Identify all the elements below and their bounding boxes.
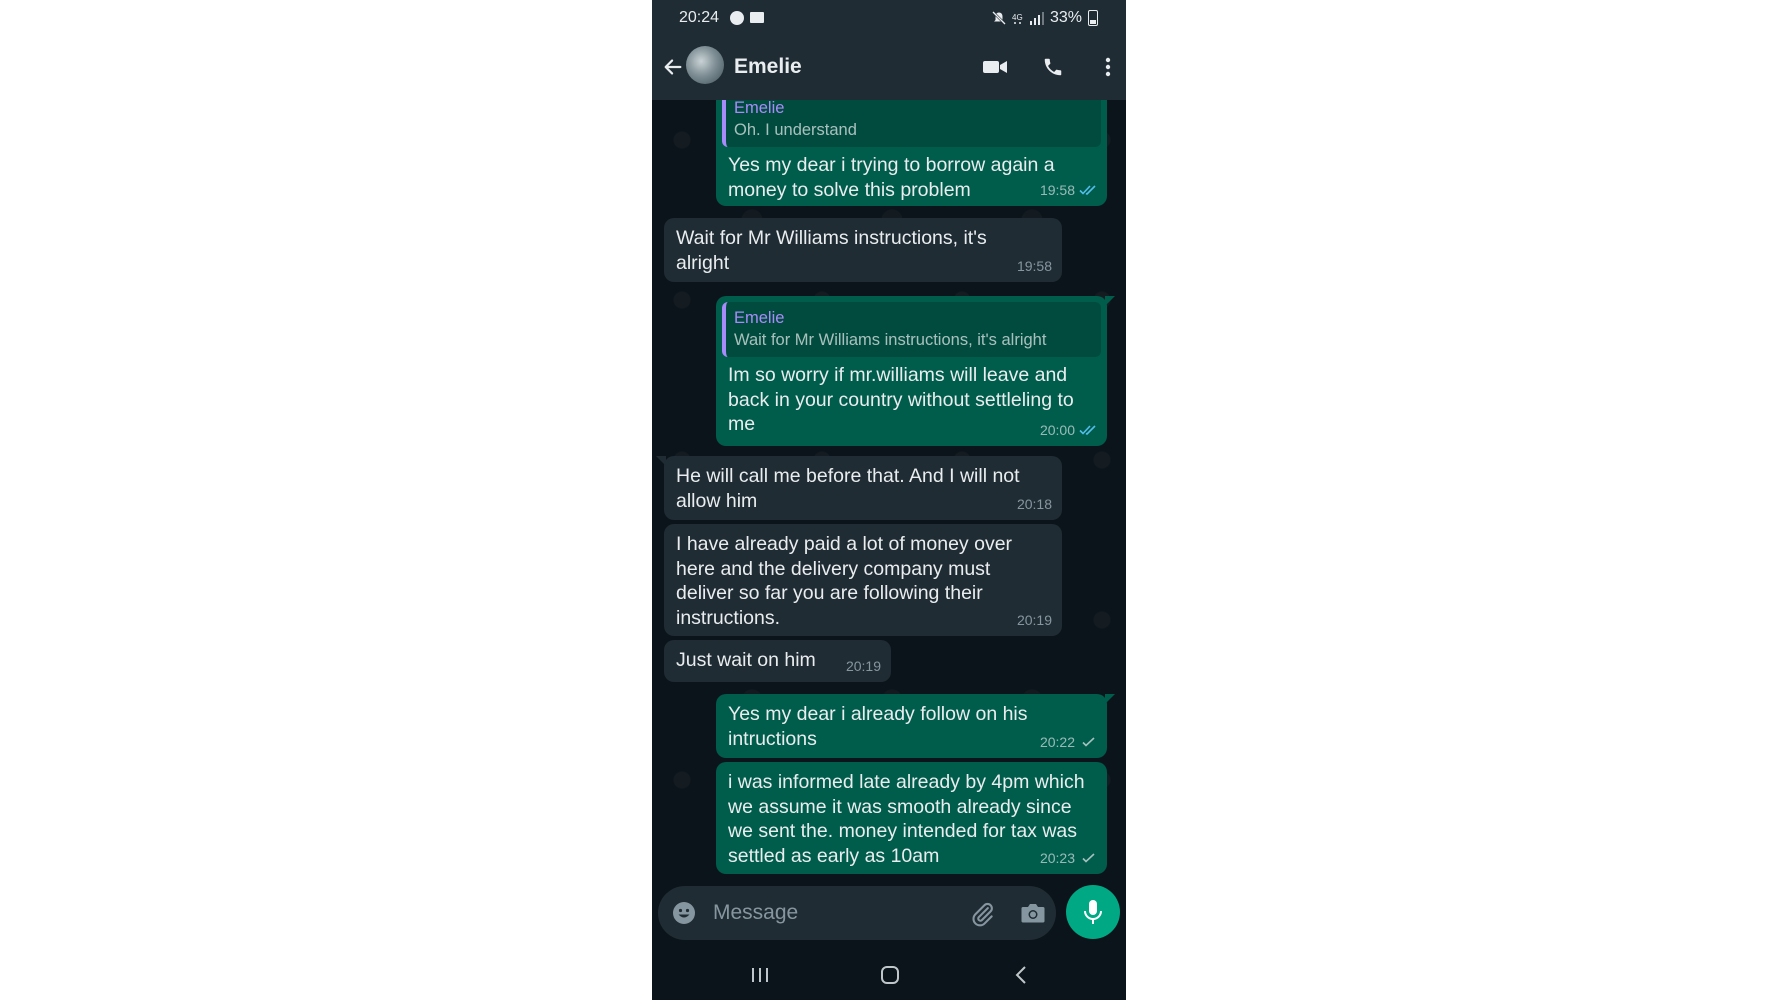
- quoted-message[interactable]: Emelie Wait for Mr Williams instructions…: [722, 302, 1101, 357]
- voice-call-icon[interactable]: [1040, 56, 1066, 78]
- contact-avatar[interactable]: [686, 46, 724, 84]
- quoted-sender: Emelie: [734, 309, 785, 327]
- system-navigation-bar: [652, 950, 1126, 1000]
- battery-percent: 33%: [1049, 9, 1082, 26]
- contact-name[interactable]: Emelie: [734, 55, 802, 79]
- message-time: 20:22: [1039, 733, 1075, 750]
- double-check-read-icon: [1079, 185, 1096, 195]
- status-time: 20:24: [679, 9, 720, 26]
- message-time: 20:23: [1039, 849, 1075, 866]
- voice-message-button[interactable]: [1066, 885, 1120, 939]
- battery-icon: [1088, 10, 1098, 26]
- message-time: 20:18: [1016, 495, 1052, 512]
- signal-icon: [1029, 11, 1044, 25]
- outgoing-message[interactable]: Yes my dear i already follow on his intr…: [716, 694, 1115, 758]
- quoted-message[interactable]: Emelie Oh. I understand: [722, 100, 1101, 147]
- attach-icon[interactable]: [970, 901, 996, 927]
- 4g-icon: 4G: [1012, 13, 1023, 24]
- system-back-icon[interactable]: [1014, 965, 1028, 985]
- message-placeholder: Message: [713, 901, 799, 924]
- message-time: 19:58: [1016, 257, 1052, 274]
- messenger-icon: [730, 11, 744, 25]
- message-list[interactable]: Emelie Oh. I understand Yes my dear i tr…: [652, 100, 1126, 878]
- double-check-read-icon: [1079, 425, 1096, 435]
- emoji-icon[interactable]: [672, 901, 696, 925]
- message-time: 20:00: [1039, 421, 1075, 438]
- more-options-icon[interactable]: [1095, 56, 1121, 78]
- back-arrow-icon[interactable]: [662, 56, 684, 78]
- incoming-message[interactable]: Just wait on him 20:19: [664, 640, 891, 682]
- message-text: Wait for Mr Williams instructions, it's …: [676, 227, 987, 274]
- outgoing-message[interactable]: i was informed late already by 4pm which…: [716, 762, 1107, 874]
- single-check-icon: [1082, 737, 1095, 747]
- message-time: 20:19: [1016, 611, 1052, 628]
- single-check-icon: [1082, 853, 1095, 863]
- recent-apps-icon[interactable]: [749, 966, 771, 984]
- outgoing-message[interactable]: Emelie Oh. I understand Yes my dear i tr…: [716, 100, 1107, 206]
- incoming-message[interactable]: He will call me before that. And I will …: [656, 456, 1062, 520]
- quoted-sender: Emelie: [734, 100, 785, 117]
- quoted-text: Oh. I understand: [734, 121, 857, 139]
- mute-icon: [992, 11, 1006, 25]
- camera-icon[interactable]: [1020, 901, 1046, 925]
- folder-icon: [750, 12, 764, 23]
- svg-text:4G: 4G: [1012, 13, 1023, 22]
- quoted-text: Wait for Mr Williams instructions, it's …: [734, 331, 1047, 349]
- incoming-message[interactable]: Wait for Mr Williams instructions, it's …: [664, 218, 1062, 282]
- incoming-message[interactable]: I have already paid a lot of money over …: [664, 524, 1062, 636]
- message-input[interactable]: Message: [658, 886, 1056, 940]
- video-call-icon[interactable]: [982, 56, 1008, 78]
- message-text: He will call me before that. And I will …: [676, 465, 1020, 512]
- microphone-icon: [1084, 900, 1102, 924]
- outgoing-message[interactable]: Emelie Wait for Mr Williams instructions…: [716, 296, 1115, 446]
- chat-header: Emelie: [652, 36, 1126, 100]
- composer-bar: Message: [652, 878, 1126, 950]
- message-time: 20:19: [845, 657, 881, 674]
- phone-screen: 20:24 4G 33% Emelie Emelie Oh. I underst…: [652, 0, 1126, 1000]
- home-icon[interactable]: [880, 965, 900, 985]
- message-time: 19:58: [1039, 181, 1075, 198]
- status-bar: 20:24 4G 33%: [652, 0, 1126, 36]
- message-text: I have already paid a lot of money over …: [676, 533, 1013, 629]
